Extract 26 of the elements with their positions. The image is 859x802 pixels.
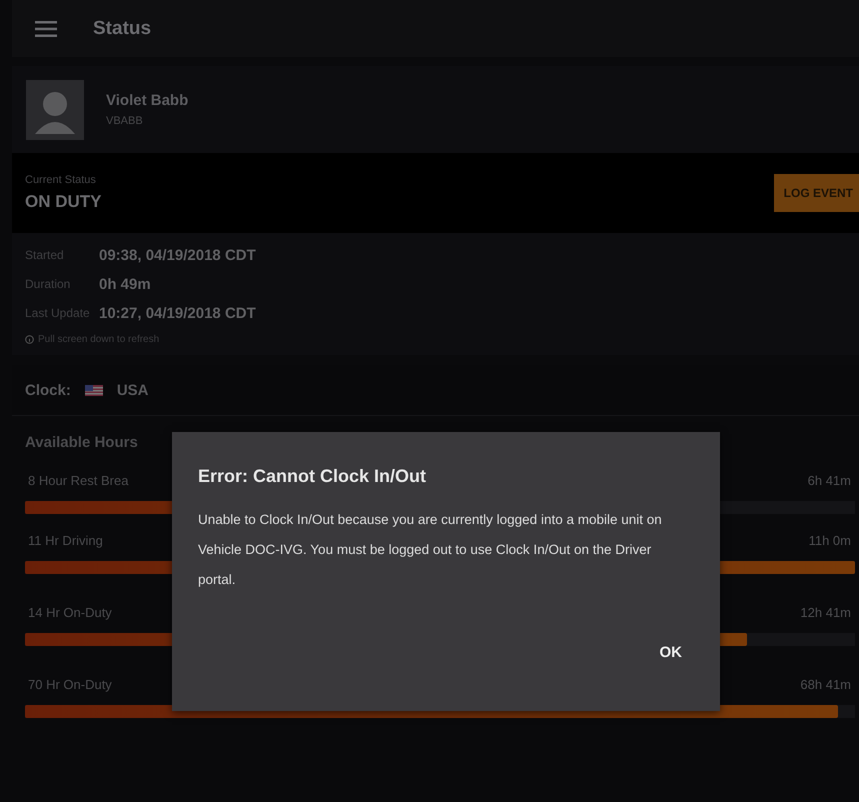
available-hours-title: Available Hours — [25, 434, 139, 451]
detail-value: 10:27, 04/19/2018 CDT — [99, 304, 256, 322]
detail-value: 09:38, 04/19/2018 CDT — [99, 246, 256, 264]
hours-name: 14 Hr On-Duty — [28, 604, 112, 620]
hours-remaining: 12h 41m — [800, 604, 851, 620]
hours-name: 70 Hr On-Duty — [28, 676, 112, 692]
clock-country: USA — [116, 382, 149, 398]
driver-username: VBABB — [106, 115, 144, 127]
dialog-message: Unable to Clock In/Out because you are currently logged into a mobile unit on Vehicle DOC-IVG. You must be logged out to use Clock In/Out on the Driver portal. — [198, 511, 663, 589]
clock-label: Clock: — [25, 382, 71, 398]
hours-name: 11 Hr Driving — [28, 532, 103, 548]
status-value: ON DUTY — [25, 192, 102, 212]
status-label: Current Status — [25, 174, 97, 186]
hours-remaining: 68h 41m — [800, 676, 851, 692]
ok-button[interactable]: OK — [648, 640, 694, 665]
driver-name: Violet Babb — [106, 92, 188, 109]
dialog-title: Error: Cannot Clock In/Out — [198, 466, 428, 487]
detail-value: 0h 49m — [99, 276, 151, 292]
hours-remaining: 6h 41m — [808, 472, 851, 488]
hours-remaining: 11h 0m — [808, 532, 851, 548]
app-bar-title: Status — [93, 18, 152, 40]
info-icon — [25, 335, 34, 344]
avatar-silhouette-icon — [26, 80, 84, 140]
hours-name: 8 Hour Rest Brea — [28, 472, 128, 488]
flag-icon — [84, 384, 103, 396]
menu-icon[interactable] — [35, 20, 57, 36]
